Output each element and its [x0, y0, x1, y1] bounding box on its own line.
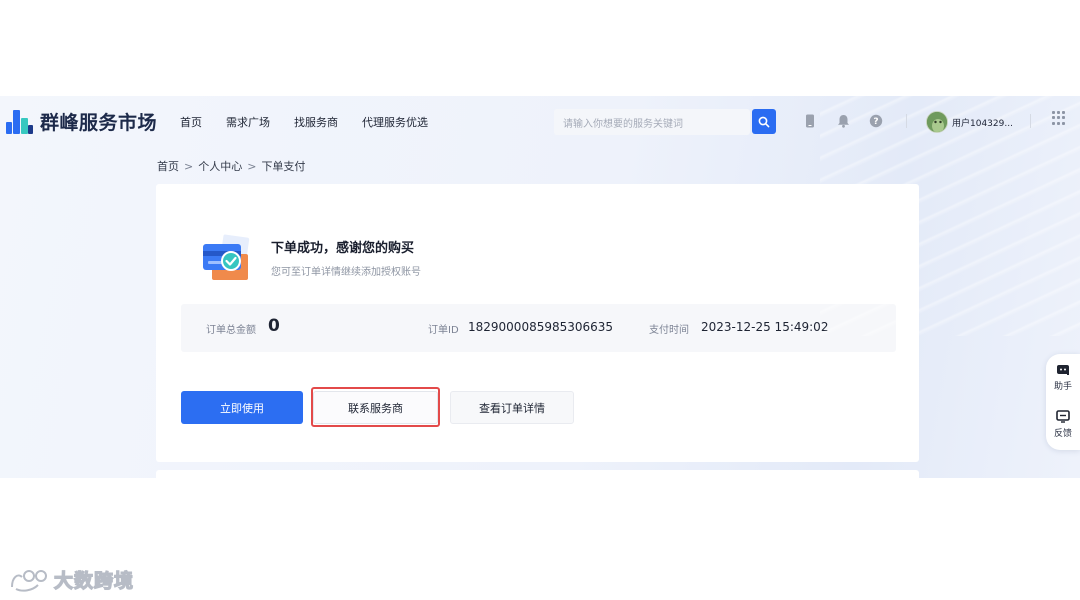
feedback-button[interactable]: 反馈	[1046, 410, 1080, 439]
logo[interactable]: 群峰服务市场	[6, 106, 157, 136]
watermark-text: 大数跨境	[53, 569, 135, 592]
nav-item-agency-selection[interactable]: 代理服务优选	[362, 114, 428, 130]
watermark: 大数跨境	[8, 566, 134, 593]
help-icon[interactable]: ?	[869, 114, 883, 128]
order-total-value: 0	[268, 316, 280, 336]
order-total-label: 订单总金额	[206, 325, 256, 336]
app-name: 群峰服务市场	[40, 111, 158, 134]
secondary-card	[156, 470, 919, 478]
username: 用户104329...	[952, 118, 1013, 129]
assistant-icon	[1057, 365, 1069, 375]
breadcrumb-personal-center[interactable]: 个人中心	[198, 158, 242, 174]
order-id-label: 订单ID	[428, 325, 459, 336]
pay-time-label: 支付时间	[649, 325, 689, 336]
logo-mark-icon	[6, 108, 34, 134]
pay-time-value: 2023-12-25 15:49:02	[701, 320, 829, 334]
nav-item-home[interactable]: 首页	[180, 114, 202, 130]
search-input[interactable]: 请输入你想要的服务关键词	[554, 109, 750, 135]
mobile-icon[interactable]	[803, 114, 817, 128]
user-menu[interactable]: 用户104329...	[926, 110, 1013, 134]
header-divider	[1030, 114, 1031, 128]
apps-grid-icon[interactable]	[1052, 111, 1066, 125]
main-nav: 首页 需求广场 找服务商 代理服务优选	[180, 114, 428, 130]
assistant-button[interactable]: 助手	[1046, 364, 1080, 392]
order-id-value: 1829000085985306635	[468, 320, 614, 334]
breadcrumb: 首页 > 个人中心 > 下单支付	[157, 158, 305, 174]
order-success-icon	[200, 234, 256, 286]
top-header: 群峰服务市场 首页 需求广场 找服务商 代理服务优选 请输入你想要的服务关键词 …	[0, 96, 1080, 148]
watermark-logo-icon	[11, 569, 47, 592]
order-info-bar: 订单总金额 0 订单ID 1829000085985306635 支付时间 20…	[181, 304, 896, 352]
bell-icon[interactable]	[836, 114, 850, 128]
search-button[interactable]	[752, 109, 776, 134]
success-title: 下单成功，感谢您的购买	[271, 241, 415, 256]
use-now-button[interactable]: 立即使用	[181, 391, 303, 424]
feedback-label: 反馈	[1053, 429, 1072, 439]
avatar	[926, 111, 948, 133]
search-icon	[758, 116, 770, 127]
assistant-label: 助手	[1053, 382, 1072, 392]
view-order-details-button[interactable]: 查看订单详情	[450, 391, 574, 424]
contact-provider-button[interactable]: 联系服务商	[313, 391, 438, 424]
order-success-card: 下单成功，感谢您的购买 您可至订单详情继续添加授权账号 订单总金额 0 订单ID…	[156, 184, 919, 462]
nav-item-find-provider[interactable]: 找服务商	[294, 114, 338, 130]
success-subtitle: 您可至订单详情继续添加授权账号	[271, 267, 421, 278]
breadcrumb-home[interactable]: 首页	[157, 158, 179, 174]
breadcrumb-separator: >	[247, 159, 257, 173]
feedback-icon	[1056, 410, 1070, 423]
nav-item-demand-square[interactable]: 需求广场	[226, 114, 270, 130]
svg-text:?: ?	[873, 117, 878, 127]
breadcrumb-separator: >	[184, 159, 194, 173]
app-window: 群峰服务市场 首页 需求广场 找服务商 代理服务优选 请输入你想要的服务关键词 …	[0, 96, 1080, 478]
breadcrumb-current: 下单支付	[261, 160, 306, 173]
header-divider	[906, 114, 907, 128]
side-floating-panel: 助手 反馈	[1046, 354, 1080, 450]
